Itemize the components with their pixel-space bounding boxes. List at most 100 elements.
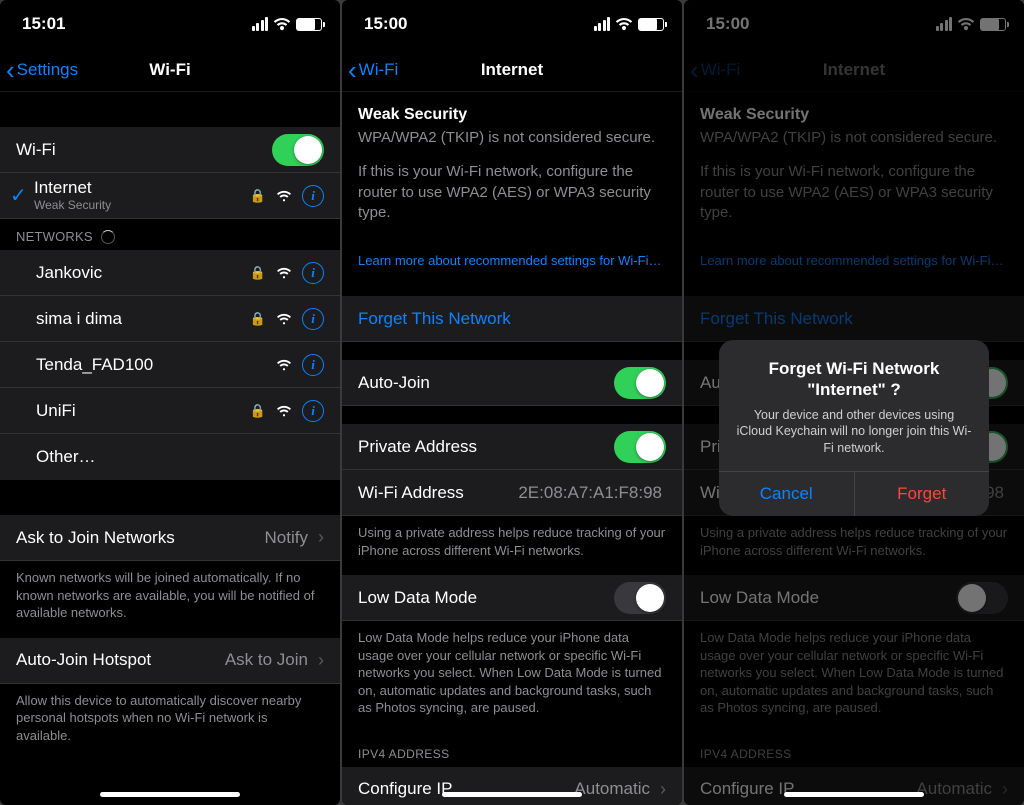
forget-network-alert: Forget Wi-Fi Network "Internet" ? Your d… bbox=[719, 340, 989, 516]
low-data-toggle[interactable] bbox=[614, 582, 666, 614]
network-name: sima i dima bbox=[36, 309, 250, 329]
alert-title: Forget Wi-Fi Network "Internet" ? bbox=[735, 358, 973, 401]
cellular-signal-icon bbox=[936, 17, 953, 31]
auto-hotspot-footer: Allow this device to automatically disco… bbox=[0, 684, 340, 761]
back-label: Wi-Fi bbox=[359, 60, 399, 80]
back-button: ‹ Wi-Fi bbox=[684, 57, 740, 83]
learn-more-link[interactable]: Learn more about recommended settings fo… bbox=[684, 243, 1024, 278]
configure-ip-row[interactable]: Configure IPAutomatic› bbox=[342, 767, 682, 805]
lock-icon: 🔒 bbox=[250, 265, 266, 281]
auto-join-row[interactable]: Auto-Join bbox=[342, 360, 682, 406]
low-data-footer: Low Data Mode helps reduce your iPhone d… bbox=[342, 621, 682, 733]
wifi-master-toggle-row[interactable]: Wi-Fi bbox=[0, 127, 340, 173]
connected-network-row[interactable]: ✓ Internet Weak Security 🔒 i bbox=[0, 173, 340, 219]
chevron-right-icon: › bbox=[318, 650, 324, 671]
phone-screen-forget-alert: 15:00 ‹ Wi-Fi Internet Weak Security WPA/… bbox=[684, 0, 1024, 805]
network-row[interactable]: UniFi🔒i bbox=[0, 388, 340, 434]
forget-network-button[interactable]: Forget This Network bbox=[342, 296, 682, 342]
private-address-row[interactable]: Private Address bbox=[342, 424, 682, 470]
spinner-icon bbox=[101, 230, 115, 244]
nav-bar: ‹ Settings Wi-Fi bbox=[0, 48, 340, 92]
wifi-signal-icon bbox=[276, 359, 292, 371]
wifi-signal-icon bbox=[276, 267, 292, 279]
wifi-status-icon bbox=[957, 17, 975, 31]
private-address-toggle[interactable] bbox=[614, 431, 666, 463]
low-data-footer: Low Data Mode helps reduce your iPhone d… bbox=[684, 621, 1024, 733]
low-data-toggle[interactable] bbox=[956, 582, 1008, 614]
info-icon[interactable]: i bbox=[302, 308, 324, 330]
alert-message: Your device and other devices using iClo… bbox=[735, 407, 973, 458]
ask-to-join-row[interactable]: Ask to Join Networks Notify › bbox=[0, 515, 340, 561]
weak-security-warning: Weak Security WPA/WPA2 (TKIP) is not cons… bbox=[684, 92, 1024, 243]
network-name: UniFi bbox=[36, 401, 250, 421]
forget-network-button[interactable]: Forget This Network bbox=[684, 296, 1024, 342]
network-name: Jankovic bbox=[36, 263, 250, 283]
info-icon[interactable]: i bbox=[302, 262, 324, 284]
info-icon[interactable]: i bbox=[302, 354, 324, 376]
network-name: Other… bbox=[36, 447, 324, 467]
ask-join-value: Notify bbox=[265, 528, 308, 548]
back-label: Settings bbox=[17, 60, 78, 80]
home-indicator[interactable] bbox=[442, 792, 582, 797]
lock-icon: 🔒 bbox=[250, 188, 266, 204]
wifi-status-icon bbox=[615, 17, 633, 31]
info-icon[interactable]: i bbox=[302, 400, 324, 422]
chevron-right-icon: › bbox=[318, 527, 324, 548]
low-data-mode-row[interactable]: Low Data Mode bbox=[342, 575, 682, 621]
nav-bar: ‹ Wi-Fi Internet bbox=[684, 48, 1024, 92]
auto-join-hotspot-row[interactable]: Auto-Join Hotspot Ask to Join › bbox=[0, 638, 340, 684]
network-row[interactable]: Tenda_FAD100i bbox=[0, 342, 340, 388]
home-indicator[interactable] bbox=[784, 792, 924, 797]
phone-screen-wifi-list: 15:01 ‹ Settings Wi-Fi Wi-Fi ✓ Internet … bbox=[0, 0, 340, 805]
warning-line: If this is your Wi-Fi network, configure… bbox=[358, 162, 666, 223]
auto-hotspot-label: Auto-Join Hotspot bbox=[16, 650, 225, 670]
private-address-footer: Using a private address helps reduce tra… bbox=[684, 516, 1024, 575]
wifi-signal-icon bbox=[276, 313, 292, 325]
wifi-signal-icon bbox=[276, 405, 292, 417]
battery-icon bbox=[980, 18, 1006, 31]
configure-ip-row[interactable]: Configure IPAutomatic› bbox=[684, 767, 1024, 805]
status-icons bbox=[936, 17, 1007, 31]
info-icon[interactable]: i bbox=[302, 185, 324, 207]
status-bar: 15:01 bbox=[0, 0, 340, 48]
network-row[interactable]: Other… bbox=[0, 434, 340, 480]
status-bar: 15:00 bbox=[342, 0, 682, 48]
network-row[interactable]: sima i dima🔒i bbox=[0, 296, 340, 342]
home-indicator[interactable] bbox=[100, 792, 240, 797]
alert-forget-button[interactable]: Forget bbox=[855, 472, 990, 516]
page-title: Wi-Fi bbox=[149, 60, 190, 80]
wifi-toggle[interactable] bbox=[272, 134, 324, 166]
chevron-left-icon: ‹ bbox=[348, 57, 357, 83]
cellular-signal-icon bbox=[594, 17, 611, 31]
auto-join-toggle[interactable] bbox=[614, 367, 666, 399]
low-data-mode-row[interactable]: Low Data Mode bbox=[684, 575, 1024, 621]
page-title: Internet bbox=[481, 60, 543, 80]
auto-hotspot-value: Ask to Join bbox=[225, 650, 308, 670]
network-row[interactable]: Jankovic🔒 i bbox=[0, 250, 340, 296]
learn-more-link[interactable]: Learn more about recommended settings fo… bbox=[342, 243, 682, 278]
back-button[interactable]: ‹ Settings bbox=[0, 57, 78, 83]
page-title: Internet bbox=[823, 60, 885, 80]
chevron-right-icon: › bbox=[1002, 779, 1008, 800]
networks-section-header: NETWORKS bbox=[0, 219, 340, 250]
cellular-signal-icon bbox=[252, 17, 269, 31]
phone-screen-network-detail: 15:00 ‹ Wi-Fi Internet Weak SecurityWPA/… bbox=[342, 0, 682, 805]
content-area: Wi-Fi ✓ Internet Weak Security 🔒 i NETWO… bbox=[0, 92, 340, 805]
chevron-left-icon: ‹ bbox=[690, 57, 699, 83]
status-time: 15:00 bbox=[706, 14, 749, 34]
back-label: Wi-Fi bbox=[701, 60, 741, 80]
warning-line: WPA/WPA2 (TKIP) is not considered secure… bbox=[700, 128, 1008, 148]
warning-title: Weak Security bbox=[700, 106, 1008, 124]
connected-network-sub: Weak Security bbox=[34, 199, 250, 212]
ask-join-label: Ask to Join Networks bbox=[16, 528, 265, 548]
connected-network-name: Internet bbox=[34, 178, 250, 198]
battery-icon bbox=[296, 18, 322, 31]
warning-line: WPA/WPA2 (TKIP) is not considered secure… bbox=[358, 128, 666, 148]
wifi-status-icon bbox=[273, 17, 291, 31]
nav-bar: ‹ Wi-Fi Internet bbox=[342, 48, 682, 92]
back-button[interactable]: ‹ Wi-Fi bbox=[342, 57, 398, 83]
battery-icon bbox=[638, 18, 664, 31]
status-icons bbox=[252, 17, 323, 31]
alert-cancel-button[interactable]: Cancel bbox=[719, 472, 855, 516]
weak-security-warning: Weak SecurityWPA/WPA2 (TKIP) is not cons… bbox=[342, 92, 682, 243]
